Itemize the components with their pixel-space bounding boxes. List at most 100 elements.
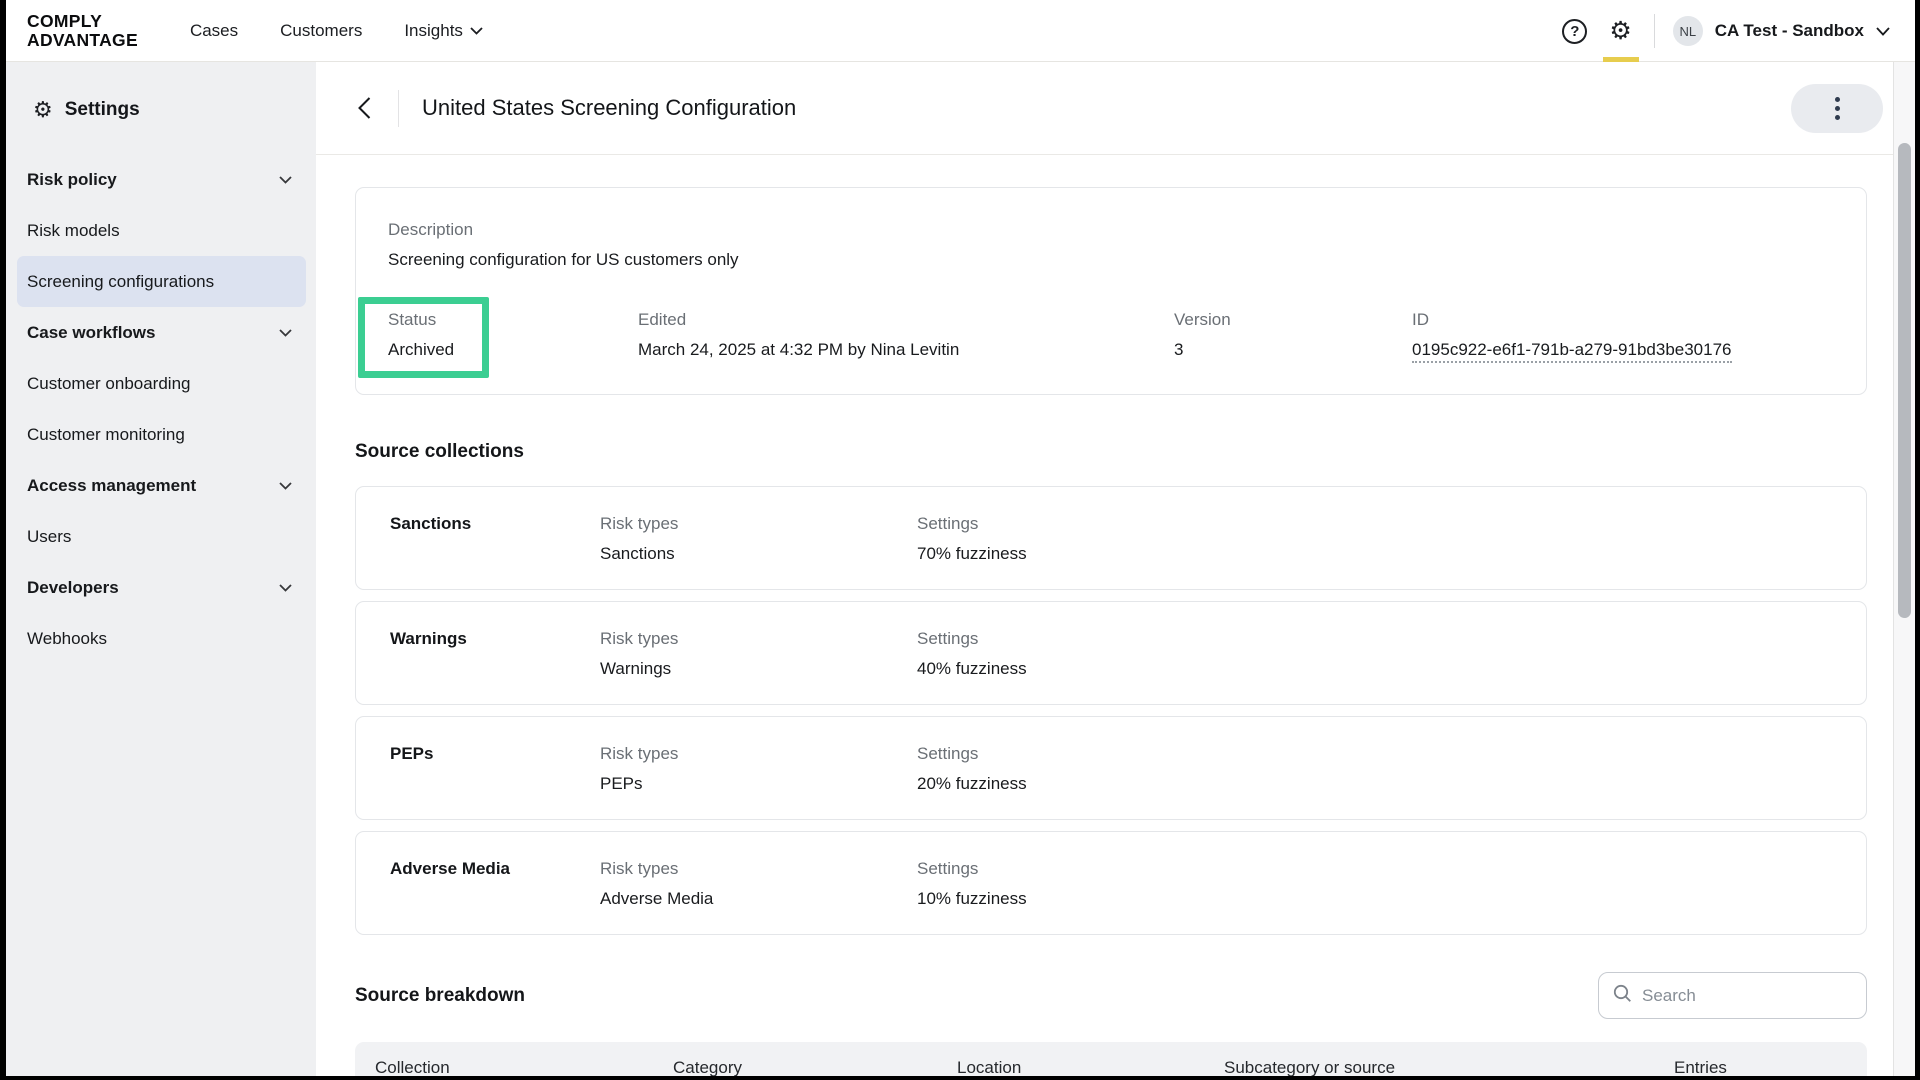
setting-value: 10% fuzziness: [917, 889, 1866, 909]
column-category: Category: [673, 1058, 957, 1076]
status-label: Status: [388, 310, 638, 330]
chevron-down-icon: [279, 584, 292, 592]
version-value: 3: [1174, 340, 1412, 360]
source-collections-heading: Source collections: [355, 441, 1867, 465]
search-icon: [1613, 984, 1632, 1008]
settings-field: Settings 20% fuzziness: [917, 744, 1866, 819]
risk-types-field: Risk types Sanctions: [600, 514, 917, 589]
sidebar-item-customer-monitoring[interactable]: Customer monitoring: [17, 409, 306, 460]
edited-field: Edited March 24, 2025 at 4:32 PM by Nina…: [638, 310, 1174, 360]
topbar: COMPLYADVANTAGE Cases Customers Insights…: [6, 0, 1915, 62]
column-entries: Entries: [1674, 1058, 1867, 1076]
collection-name: Sanctions: [390, 514, 600, 589]
risk-types-field: Risk types Adverse Media: [600, 859, 917, 934]
top-nav: Cases Customers Insights: [190, 21, 483, 41]
chevron-down-icon: [1876, 27, 1889, 35]
sidebar-item-webhooks[interactable]: Webhooks: [17, 613, 306, 664]
risk-types-field: Risk types PEPs: [600, 744, 917, 819]
column-location: Location: [957, 1058, 1224, 1076]
search-box: [1598, 972, 1867, 1019]
configuration-details-card: Description Screening configuration for …: [355, 187, 1867, 395]
risk-type-value: Adverse Media: [600, 889, 917, 909]
collection-name: PEPs: [390, 744, 600, 819]
chevron-down-icon: [279, 176, 292, 184]
kebab-dot: [1835, 106, 1840, 111]
sidebar-item-screening-configurations[interactable]: Screening configurations: [17, 256, 306, 307]
nav-customers[interactable]: Customers: [280, 21, 362, 41]
sidebar-section-risk-policy[interactable]: Risk policy: [17, 154, 306, 205]
help-icon[interactable]: ?: [1562, 19, 1587, 44]
nav-cases[interactable]: Cases: [190, 21, 238, 41]
settings-field: Settings 40% fuzziness: [917, 629, 1866, 704]
collection-name: Warnings: [390, 629, 600, 704]
edited-label: Edited: [638, 310, 1174, 330]
page-body: Description Screening configuration for …: [316, 187, 1893, 1076]
settings-field: Settings 70% fuzziness: [917, 514, 1866, 589]
main-content: United States Screening Configuration De…: [316, 62, 1893, 1076]
active-tab-underline: [1603, 57, 1639, 62]
chevron-down-icon: [279, 482, 292, 490]
sidebar-item-customer-onboarding[interactable]: Customer onboarding: [17, 358, 306, 409]
description-value: Screening configuration for US customers…: [388, 250, 1834, 270]
risk-type-value: Warnings: [600, 659, 917, 679]
setting-value: 20% fuzziness: [917, 774, 1866, 794]
collection-card-adverse-media: Adverse Media Risk types Adverse Media S…: [355, 831, 1867, 935]
sidebar-nav: Risk policy Risk models Screening config…: [6, 154, 316, 664]
page-header: United States Screening Configuration: [316, 62, 1893, 155]
chevron-down-icon: [279, 329, 292, 337]
avatar: NL: [1673, 16, 1703, 46]
sidebar-title-label: Settings: [65, 99, 140, 121]
topbar-right: ? ⚙ NL CA Test - Sandbox: [1562, 0, 1889, 62]
scrollbar-track[interactable]: [1893, 62, 1915, 1076]
risk-type-value: Sanctions: [600, 544, 917, 564]
column-subcategory: Subcategory or source: [1224, 1058, 1674, 1076]
more-actions-button[interactable]: [1791, 84, 1883, 133]
setting-value: 70% fuzziness: [917, 544, 1866, 564]
source-breakdown-table-header: Collection Category Location Subcategory…: [355, 1042, 1867, 1076]
app-window: COMPLYADVANTAGE Cases Customers Insights…: [6, 0, 1915, 1076]
sidebar-item-risk-models[interactable]: Risk models: [17, 205, 306, 256]
sidebar-section-case-workflows[interactable]: Case workflows: [17, 307, 306, 358]
settings-nav-active[interactable]: ⚙: [1605, 0, 1635, 62]
column-collection: Collection: [375, 1058, 673, 1076]
edited-value: March 24, 2025 at 4:32 PM by Nina Leviti…: [638, 340, 1174, 360]
description-field: Description Screening configuration for …: [388, 220, 1834, 270]
version-field: Version 3: [1174, 310, 1412, 360]
id-value[interactable]: 0195c922-e6f1-791b-a279-91bd3be30176: [1412, 340, 1732, 363]
kebab-dot: [1835, 115, 1840, 120]
comply-advantage-logo: COMPLYADVANTAGE: [27, 12, 138, 50]
chevron-down-icon: [470, 27, 483, 35]
search-input[interactable]: [1642, 986, 1863, 1006]
kebab-dot: [1835, 97, 1840, 102]
settings-sidebar: ⚙ Settings Risk policy Risk models Scree…: [6, 62, 316, 1076]
collection-name: Adverse Media: [390, 859, 600, 934]
nav-insights[interactable]: Insights: [404, 21, 483, 41]
collection-card-peps: PEPs Risk types PEPs Settings 20% fuzzin…: [355, 716, 1867, 820]
source-collections-list: Sanctions Risk types Sanctions Settings …: [355, 486, 1867, 935]
collection-card-warnings: Warnings Risk types Warnings Settings 40…: [355, 601, 1867, 705]
source-breakdown-bar: Source breakdown: [355, 972, 1867, 1019]
sidebar-title: ⚙ Settings: [6, 62, 316, 128]
source-breakdown-heading: Source breakdown: [355, 972, 525, 1019]
scrollbar-thumb[interactable]: [1898, 143, 1911, 618]
sidebar-section-developers[interactable]: Developers: [17, 562, 306, 613]
gear-icon: ⚙: [1609, 19, 1631, 44]
workspace-name: CA Test - Sandbox: [1715, 21, 1864, 41]
id-field: ID 0195c922-e6f1-791b-a279-91bd3be30176: [1412, 310, 1834, 360]
topbar-divider: [1654, 14, 1655, 48]
risk-types-field: Risk types Warnings: [600, 629, 917, 704]
back-button[interactable]: [344, 88, 384, 128]
workspace-menu[interactable]: NL CA Test - Sandbox: [1673, 16, 1889, 46]
status-value: Archived: [388, 340, 638, 360]
risk-type-value: PEPs: [600, 774, 917, 794]
settings-field: Settings 10% fuzziness: [917, 859, 1866, 934]
sidebar-section-access-management[interactable]: Access management: [17, 460, 306, 511]
version-label: Version: [1174, 310, 1412, 330]
id-label: ID: [1412, 310, 1834, 330]
gear-icon: ⚙: [33, 99, 53, 121]
description-label: Description: [388, 220, 1834, 240]
chevron-left-icon: [358, 97, 371, 119]
detail-fields-row: Status Archived Edited March 24, 2025 at…: [388, 310, 1834, 360]
collection-card-sanctions: Sanctions Risk types Sanctions Settings …: [355, 486, 1867, 590]
sidebar-item-users[interactable]: Users: [17, 511, 306, 562]
